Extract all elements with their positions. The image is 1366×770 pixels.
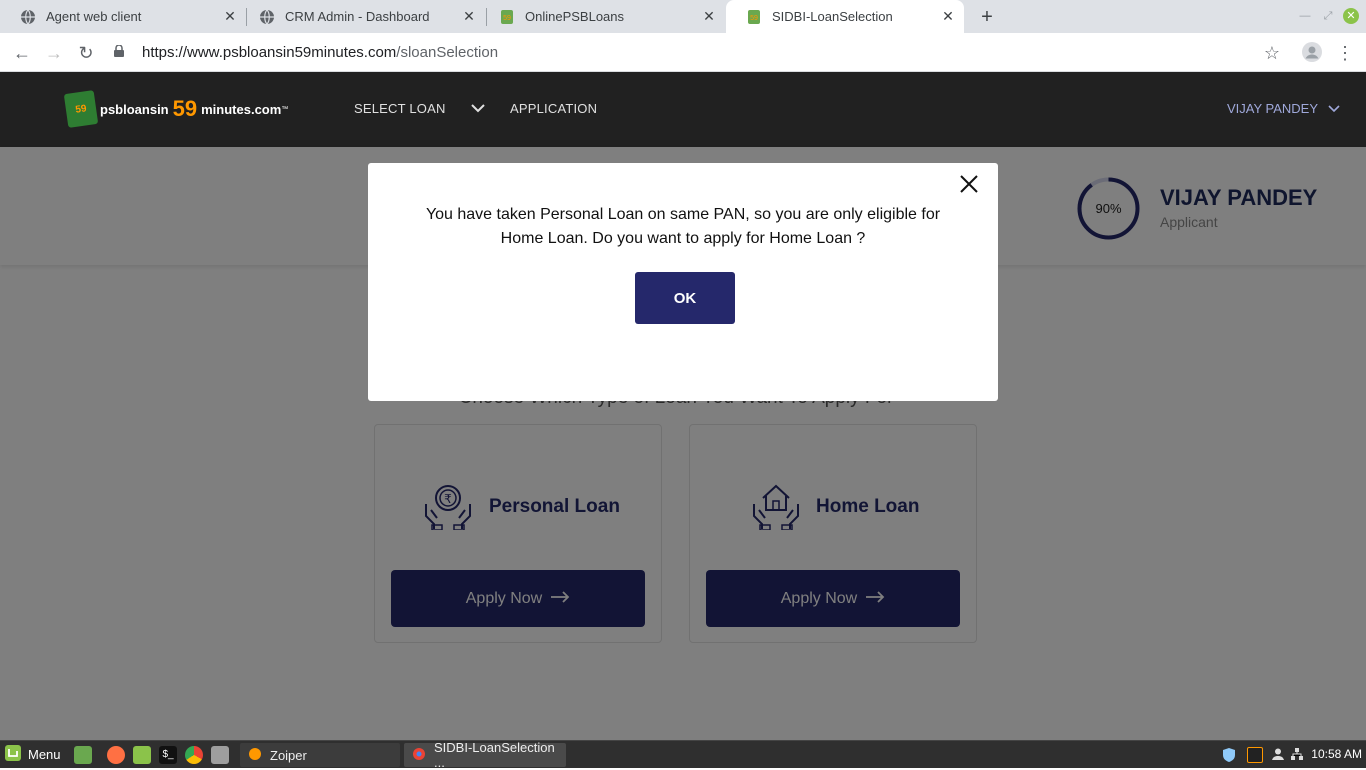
logo-text-suffix: minutes.com	[201, 101, 282, 117]
system-clock[interactable]: 10:58 AM	[1311, 747, 1362, 761]
site-header: 59 psbloansin 59 minutes.com ™ SELECT LOA…	[0, 72, 1366, 147]
close-tab-icon[interactable]: ✕	[461, 8, 477, 25]
site-logo[interactable]: 59 psbloansin 59 minutes.com ™	[63, 90, 289, 128]
logo-text-prefix: psbloansin	[100, 101, 169, 117]
app-launcher-icon[interactable]	[211, 746, 229, 764]
zoiper-icon	[248, 747, 262, 764]
start-menu-button[interactable]: Menu	[4, 744, 61, 765]
logo-badge: 59	[63, 90, 99, 128]
lock-icon	[112, 43, 126, 60]
browser-tab-strip: Agent web client ✕ CRM Admin - Dashboard…	[0, 0, 1366, 33]
network-icon[interactable]	[1289, 747, 1305, 763]
taskbar-item-label: SIDBI-LoanSelection ...	[434, 740, 555, 770]
close-tab-icon[interactable]: ✕	[222, 8, 238, 25]
globe-icon	[259, 9, 275, 25]
tab-title: Agent web client	[46, 9, 142, 24]
nav-application[interactable]: APPLICATION	[510, 101, 597, 116]
browser-tab[interactable]: Agent web client ✕	[0, 0, 246, 33]
zoiper-tray-icon[interactable]	[1247, 747, 1263, 763]
taskbar-item-label: Zoiper	[270, 747, 307, 763]
ok-button[interactable]: OK	[635, 272, 735, 324]
chrome-icon	[412, 747, 426, 764]
psb-logo-icon: 59	[746, 9, 762, 25]
browser-toolbar: ← → ↻ https://www.psbloansin59minutes.co…	[0, 33, 1366, 72]
url-host: https://www.psbloansin59minutes.com	[142, 43, 397, 61]
file-manager-icon[interactable]	[133, 746, 151, 764]
tab-title: SIDBI-LoanSelection	[772, 9, 893, 24]
browser-tab[interactable]: 59 OnlinePSBLoans ✕	[479, 0, 725, 33]
forward-arrow-icon[interactable]: →	[43, 42, 65, 64]
shield-icon[interactable]	[1221, 747, 1237, 763]
svg-text:59: 59	[750, 15, 758, 22]
tab-title: CRM Admin - Dashboard	[285, 9, 430, 24]
mint-logo-icon	[4, 744, 22, 765]
user-icon[interactable]	[1270, 747, 1286, 763]
globe-icon	[20, 9, 36, 25]
close-tab-icon[interactable]: ✕	[940, 8, 956, 25]
logo-text-number: 59	[172, 96, 198, 121]
logo-trademark: ™	[281, 105, 289, 113]
terminal-icon[interactable]: $_	[159, 746, 177, 764]
chrome-icon[interactable]	[185, 746, 203, 764]
os-taskbar: Menu $_ Zoiper SIDBI-LoanSelection ... 1…	[0, 740, 1366, 770]
taskbar-item-zoiper[interactable]: Zoiper	[240, 743, 400, 767]
plus-icon[interactable]: +	[976, 6, 998, 28]
browser-tab[interactable]: CRM Admin - Dashboard ✕	[239, 0, 485, 33]
taskbar-item-chrome[interactable]: SIDBI-LoanSelection ...	[404, 740, 566, 770]
show-desktop-icon[interactable]	[74, 746, 92, 764]
user-menu-label: VIJAY PANDEY	[1226, 101, 1318, 116]
firefox-icon[interactable]	[107, 746, 125, 764]
reload-icon[interactable]: ↻	[75, 42, 97, 64]
svg-text:59: 59	[503, 15, 511, 22]
close-tab-icon[interactable]: ✕	[701, 8, 717, 25]
chevron-down-icon[interactable]	[470, 102, 486, 117]
profile-avatar-icon[interactable]	[1301, 42, 1323, 64]
star-icon[interactable]: ☆	[1261, 42, 1283, 64]
minimize-icon[interactable]: —	[1297, 8, 1313, 24]
nav-application-label: APPLICATION	[510, 101, 598, 116]
psb-logo-icon: 59	[499, 9, 515, 25]
back-arrow-icon[interactable]: ←	[11, 42, 33, 64]
tab-title: OnlinePSBLoans	[525, 9, 625, 24]
nav-select-loan[interactable]: SELECT LOAN	[354, 101, 446, 116]
address-bar[interactable]: https://www.psbloansin59minutes.com/sloa…	[112, 37, 1290, 67]
nav-select-loan-label: SELECT LOAN	[354, 101, 446, 116]
start-menu-label: Menu	[28, 747, 61, 762]
close-icon[interactable]	[958, 173, 980, 195]
user-menu[interactable]: VIJAY PANDEY	[1227, 101, 1340, 116]
kebab-menu-icon[interactable]: ⋮	[1334, 42, 1356, 64]
modal-message: You have taken Personal Loan on same PAN…	[425, 206, 941, 247]
url-path: /sloanSelection	[396, 43, 499, 61]
chevron-down-icon	[1328, 101, 1340, 116]
close-window-icon[interactable]: ✕	[1343, 8, 1359, 24]
eligibility-modal: You have taken Personal Loan on same PAN…	[368, 163, 998, 401]
browser-tab-active[interactable]: 59 SIDBI-LoanSelection ✕	[726, 0, 964, 33]
restore-icon[interactable]: ⤢	[1320, 8, 1336, 24]
